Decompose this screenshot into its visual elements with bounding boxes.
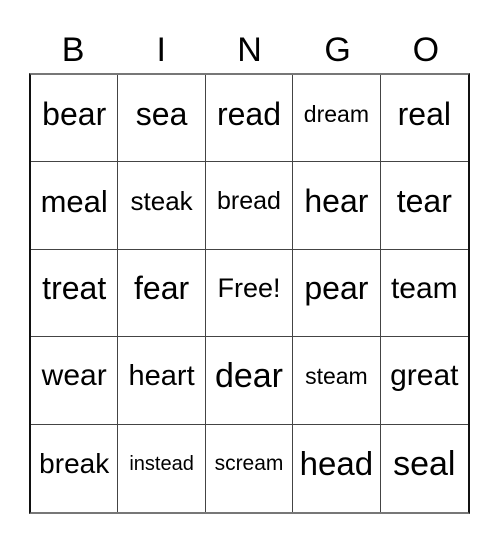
header-letter-g: G — [324, 31, 351, 69]
bingo-cell: great — [380, 337, 468, 425]
bingo-cell: instead — [118, 424, 206, 512]
bingo-cell: heart — [118, 337, 206, 425]
bingo-cell: pear — [293, 249, 381, 338]
bingo-cell: meal — [31, 162, 119, 250]
bingo-cell: tear — [380, 162, 468, 250]
header-letter-o: O — [412, 31, 440, 69]
bingo-cell: bread — [205, 162, 294, 250]
bingo-cell: head — [293, 424, 381, 512]
bingo-grid: bear sea read dream real meal steak brea… — [29, 73, 470, 514]
bingo-cell: steam — [293, 337, 381, 425]
bingo-cell: wear — [31, 337, 119, 425]
bingo-cell: fear — [118, 249, 206, 338]
bingo-cell: bear — [31, 75, 119, 163]
header-letter-n: N — [237, 31, 262, 69]
bingo-cell: read — [205, 75, 294, 163]
bingo-cell: real — [380, 75, 468, 163]
free-space: Free! — [205, 249, 294, 338]
bingo-cell: break — [31, 424, 119, 512]
bingo-header: B I N G O — [29, 30, 470, 70]
bingo-cell: dream — [293, 75, 381, 163]
bingo-cell: treat — [31, 249, 119, 338]
bingo-cell: scream — [206, 424, 294, 512]
bingo-cell: dear — [205, 337, 294, 425]
bingo-cell: team — [380, 250, 468, 338]
bingo-cell: steak — [118, 162, 206, 250]
bingo-cell: seal — [393, 444, 456, 483]
header-letter-i: I — [156, 31, 166, 69]
header-letter-b: B — [61, 31, 85, 69]
bingo-cell: sea — [118, 75, 206, 163]
bingo-cell: hear — [293, 162, 381, 250]
